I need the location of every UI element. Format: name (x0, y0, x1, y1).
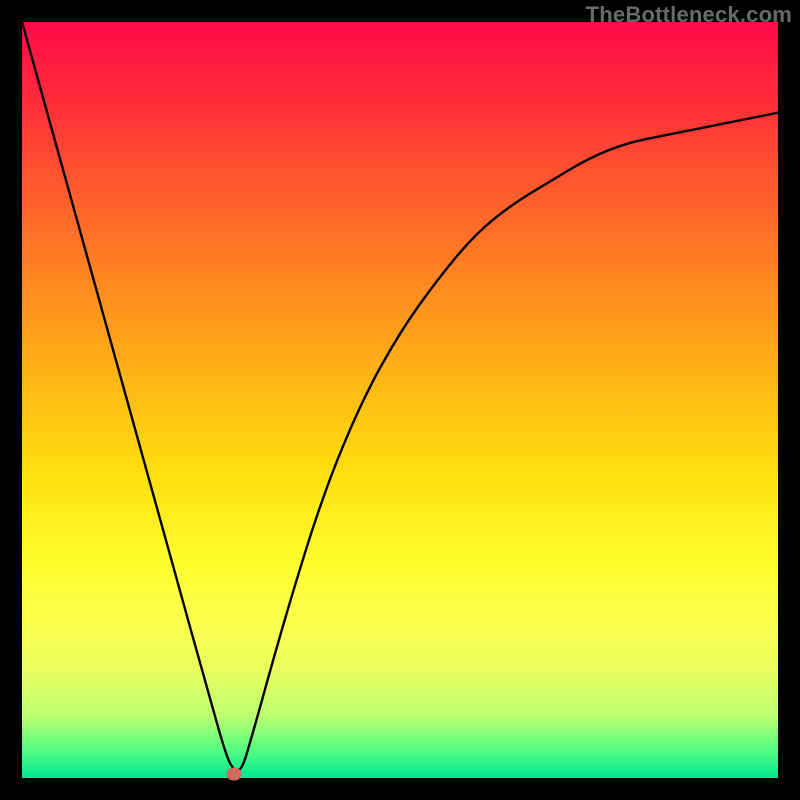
outer-frame: TheBottleneck.com (0, 0, 800, 800)
watermark-text: TheBottleneck.com (586, 2, 792, 28)
minimum-marker (226, 768, 241, 781)
bottleneck-curve (22, 22, 778, 778)
plot-area (22, 22, 778, 778)
